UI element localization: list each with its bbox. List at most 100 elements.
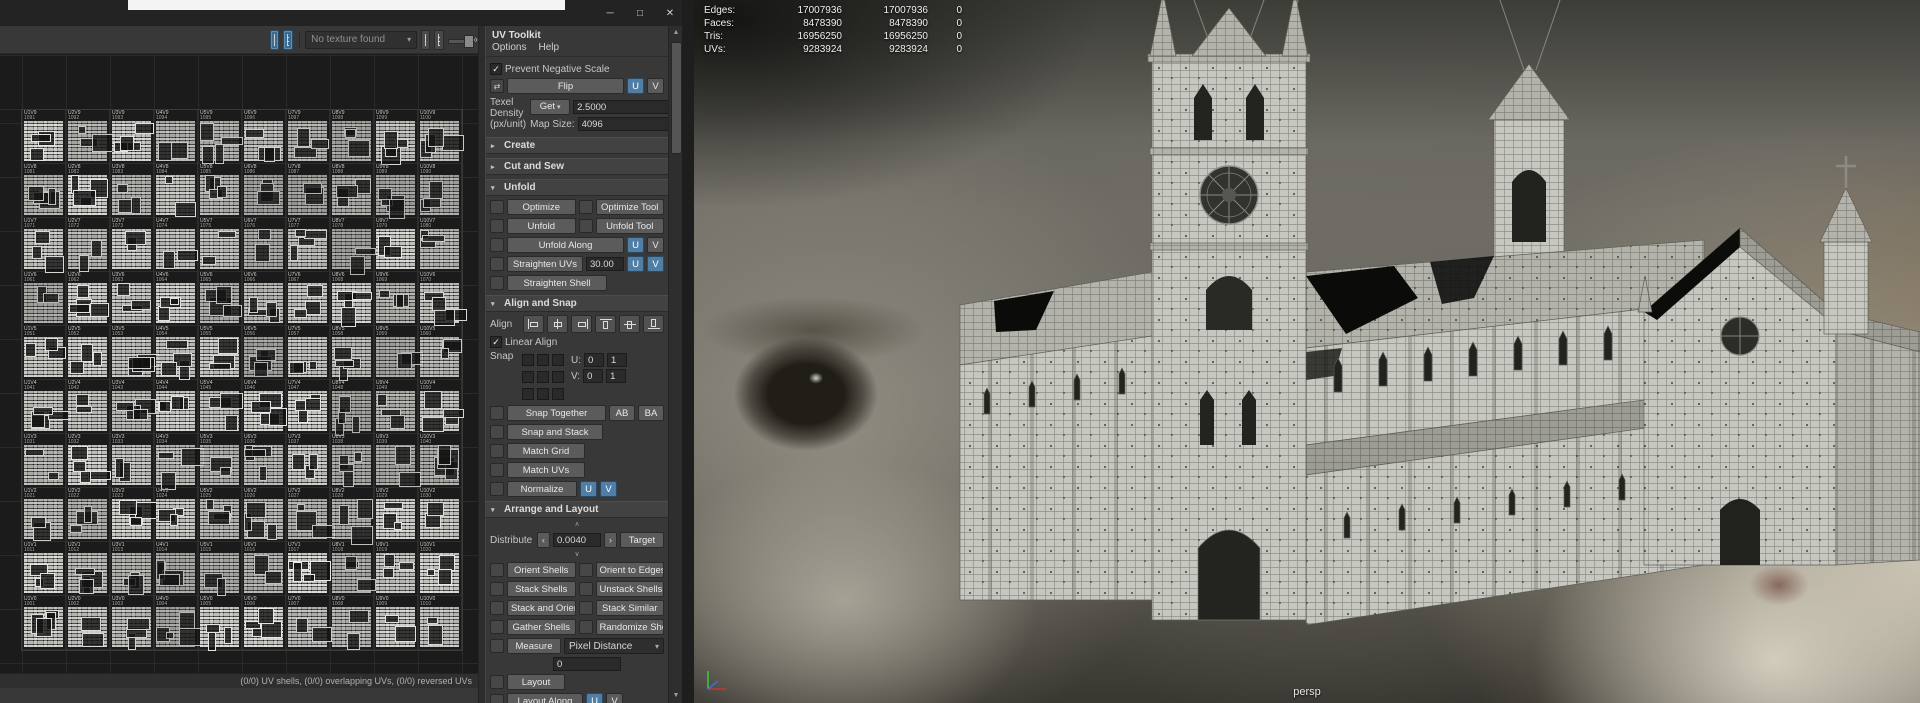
measure-icon[interactable]	[490, 639, 504, 653]
straighten-angle-value[interactable]	[586, 257, 624, 271]
match-uvs-button[interactable]: Match UVs	[507, 462, 585, 478]
match-uvs-icon[interactable]	[490, 463, 504, 477]
texel-get-button[interactable]: Get ▾	[530, 99, 571, 115]
match-grid-icon[interactable]	[490, 444, 504, 458]
texture-select-dropdown[interactable]: No texture found ▾	[305, 30, 418, 49]
stack-shells-icon[interactable]	[490, 582, 504, 596]
section-create[interactable]: ▸ Create	[486, 137, 668, 154]
flip-button[interactable]: Flip	[507, 78, 624, 94]
help-menu[interactable]: Help	[538, 42, 559, 53]
minimize-button[interactable]: ─	[600, 6, 620, 22]
layout-along-icon[interactable]	[490, 694, 504, 703]
snap-grid-checkbox[interactable]	[522, 387, 534, 400]
align-right-button[interactable]	[571, 315, 592, 333]
normalize-button[interactable]: Normalize	[507, 481, 577, 497]
image-dim-slider[interactable]	[447, 33, 474, 48]
unstack-shells-button[interactable]: Unstack Shells	[595, 581, 664, 597]
orient-shells-button[interactable]: Orient Shells	[507, 562, 576, 578]
optimize-tool-icon[interactable]	[578, 200, 593, 214]
slider-handle[interactable]	[463, 34, 474, 48]
straighten-v-button[interactable]: V	[647, 256, 664, 272]
shaded-display-toggle[interactable]	[283, 29, 293, 50]
stack-similar-button[interactable]: Stack Similar	[595, 600, 664, 616]
distribute-target-button[interactable]: Target	[620, 532, 664, 548]
orient-to-edges-icon[interactable]	[578, 563, 593, 577]
gather-shells-button[interactable]: Gather Shells	[507, 619, 576, 635]
scroll-up-icon[interactable]: ▲	[669, 26, 683, 40]
align-top-button[interactable]	[595, 315, 616, 333]
uv-editor-titlebar[interactable]: ─ □ ✕	[0, 0, 682, 27]
layout-along-u-button[interactable]: U	[586, 693, 603, 703]
unfold-along-u-button[interactable]: U	[627, 237, 644, 253]
align-left-button[interactable]	[523, 315, 544, 333]
pixel-snap-icon[interactable]	[434, 29, 444, 50]
randomize-shells-button[interactable]: Randomize Shells	[595, 619, 664, 635]
snap-grid-checkbox[interactable]	[537, 353, 549, 366]
panel-splitter[interactable]	[478, 26, 486, 703]
scrollbar-thumb[interactable]	[671, 42, 682, 154]
map-size-value[interactable]	[577, 117, 668, 131]
section-cut-and-sew[interactable]: ▸ Cut and Sew	[486, 158, 668, 175]
unfold-tool-icon[interactable]	[578, 219, 593, 233]
straighten-uvs-button[interactable]: Straighten UVs	[507, 256, 583, 272]
section-unfold[interactable]: ▾ Unfold	[486, 179, 668, 196]
maximize-button[interactable]: □	[630, 6, 650, 22]
snap-v-max[interactable]	[606, 369, 627, 383]
distribute-value[interactable]	[553, 533, 601, 547]
options-menu[interactable]: Options	[492, 42, 526, 53]
snap-grid-checkbox[interactable]	[552, 387, 564, 400]
optimize-tool-button[interactable]: Optimize Tool	[595, 199, 664, 215]
snap-u-min[interactable]	[584, 353, 604, 367]
snap-and-stack-button[interactable]: Snap and Stack	[507, 424, 603, 440]
texel-density-value[interactable]	[573, 100, 668, 114]
align-center-u-button[interactable]	[547, 315, 568, 333]
optimize-button[interactable]: Optimize	[507, 199, 576, 215]
measure-button[interactable]: Measure	[507, 638, 561, 654]
optimize-icon[interactable]	[490, 200, 504, 214]
distribute-spin-up[interactable]: ∧	[490, 521, 664, 529]
snap-ba-button[interactable]: BA	[638, 405, 664, 421]
align-middle-v-button[interactable]	[619, 315, 640, 333]
snap-grid-checkbox[interactable]	[537, 370, 549, 383]
snap-v-min[interactable]	[583, 369, 604, 383]
match-grid-button[interactable]: Match Grid	[507, 443, 585, 459]
distribute-prev-button[interactable]: ‹	[537, 532, 550, 548]
layout-button[interactable]: Layout	[507, 674, 565, 690]
close-button[interactable]: ✕	[660, 6, 680, 22]
section-arrange-and-layout[interactable]: ▾ Arrange and Layout	[486, 501, 668, 518]
snap-ab-button[interactable]: AB	[609, 405, 635, 421]
unstack-shells-icon[interactable]	[578, 582, 593, 596]
unfold-icon[interactable]	[490, 219, 504, 233]
straighten-uvs-icon[interactable]	[490, 257, 504, 271]
unfold-button[interactable]: Unfold	[507, 218, 576, 234]
layout-along-v-button[interactable]: V	[606, 693, 623, 703]
orient-shells-icon[interactable]	[490, 563, 504, 577]
unfold-along-icon[interactable]	[490, 238, 504, 252]
distribute-spin-down[interactable]: ∨	[490, 551, 664, 559]
snap-together-button[interactable]: Snap Together	[507, 405, 606, 421]
normalize-v-button[interactable]: V	[600, 481, 617, 497]
snap-grid-checkbox[interactable]	[522, 353, 534, 366]
snap-grid-checkbox[interactable]	[522, 370, 534, 383]
texture-display-toggle[interactable]	[270, 29, 280, 50]
prevent-negative-scale-checkbox[interactable]: ✓	[490, 63, 502, 75]
stack-similar-icon[interactable]	[578, 601, 593, 615]
stack-and-orient-button[interactable]: Stack and Orient	[507, 600, 576, 616]
gather-shells-icon[interactable]	[490, 620, 504, 634]
snap-grid-checkbox[interactable]	[537, 387, 549, 400]
orient-to-edges-button[interactable]: Orient to Edges	[595, 562, 664, 578]
stack-shells-button[interactable]: Stack Shells	[507, 581, 576, 597]
flip-u-button[interactable]: U	[627, 78, 644, 94]
section-align-and-snap[interactable]: ▾ Align and Snap	[486, 295, 668, 312]
unfold-along-v-button[interactable]: V	[647, 237, 664, 253]
snap-grid-checkbox[interactable]	[552, 370, 564, 383]
uv-canvas[interactable]: U1V9 1091 U2V9 1092 U3V9 1093 U4V9 1094 U5V9 1095…	[0, 26, 478, 688]
snap-grid-checkbox[interactable]	[552, 353, 564, 366]
straighten-shell-icon[interactable]	[490, 276, 504, 290]
measure-result-value[interactable]	[553, 657, 621, 671]
distribute-next-button[interactable]: ›	[604, 532, 617, 548]
randomize-shells-icon[interactable]	[578, 620, 593, 634]
align-bottom-button[interactable]	[643, 315, 664, 333]
layout-icon[interactable]	[490, 675, 504, 689]
snap-and-stack-icon[interactable]	[490, 425, 504, 439]
